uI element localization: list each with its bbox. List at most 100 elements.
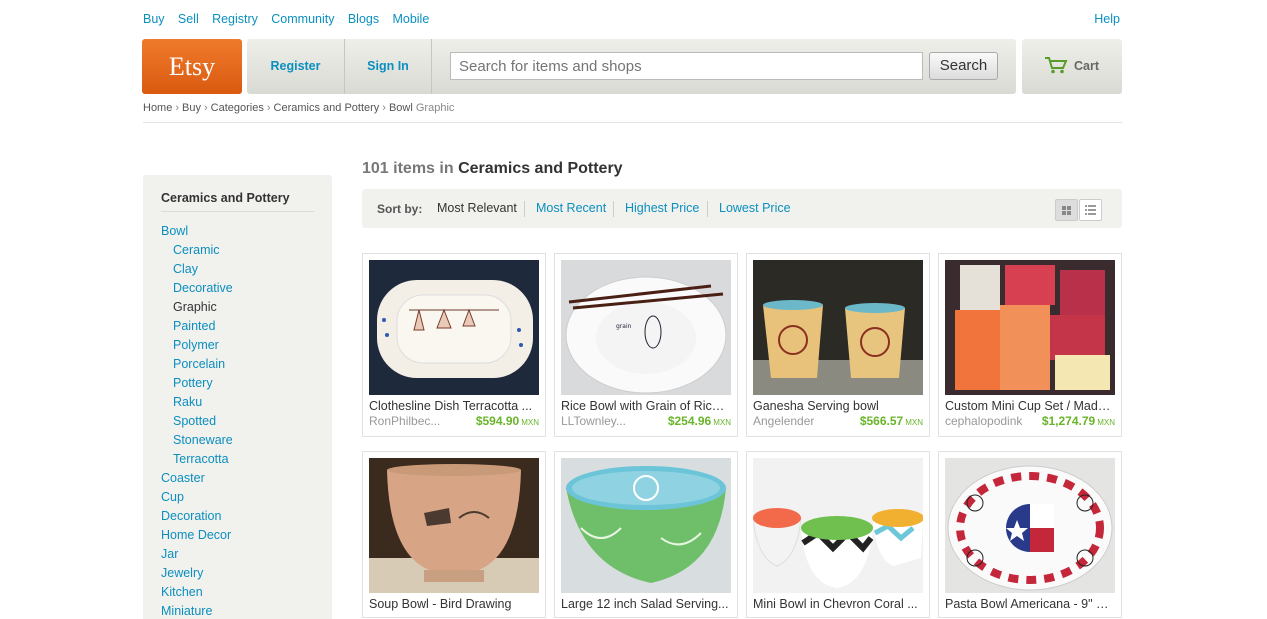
- sort-most-recent[interactable]: Most Recent: [536, 201, 606, 215]
- category-sidebar: Ceramics and Pottery Bowl Ceramic Clay Deco…: [143, 175, 332, 619]
- sidebar-item-stoneware[interactable]: Stoneware: [161, 431, 314, 450]
- breadcrumb: Home › Buy › Categories › Ceramics and Pottery…: [143, 102, 454, 114]
- breadcrumb-separator: ›: [266, 102, 271, 114]
- listing-image[interactable]: grain: [561, 260, 731, 395]
- listing-card[interactable]: Pasta Bowl Americana - 9" H...: [938, 451, 1122, 618]
- sidebar-item-jar[interactable]: Jar: [161, 545, 314, 564]
- breadcrumb-separator: ›: [175, 102, 180, 114]
- listing-title[interactable]: Large 12 inch Salad Serving...: [561, 597, 731, 611]
- listing-title[interactable]: Soup Bowl - Bird Drawing: [369, 597, 539, 611]
- sidebar-item-bowl[interactable]: Bowl: [161, 222, 314, 241]
- sidebar-item-kitchen[interactable]: Kitchen: [161, 583, 314, 602]
- listing-shop[interactable]: cephalopodink: [945, 414, 1022, 428]
- breadcrumb-categories[interactable]: Categories: [211, 102, 264, 114]
- listing-title[interactable]: Ganesha Serving bowl: [753, 399, 923, 413]
- sidebar-item-terracotta[interactable]: Terracotta: [161, 450, 314, 469]
- header: Etsy Register Sign In Search Cart: [142, 39, 1122, 94]
- listing-shop[interactable]: RonPhilbec...: [369, 414, 440, 428]
- breadcrumb-ceramics[interactable]: Ceramics and Pottery: [274, 102, 380, 114]
- listing-title[interactable]: Rice Bowl with Grain of Rice ...: [561, 399, 731, 413]
- breadcrumb-home[interactable]: Home: [143, 102, 172, 114]
- breadcrumb-bowl[interactable]: Bowl: [389, 102, 413, 114]
- breadcrumb-buy[interactable]: Buy: [182, 102, 201, 114]
- sort-highest-price[interactable]: Highest Price: [625, 201, 699, 215]
- listing-card[interactable]: Large 12 inch Salad Serving...: [554, 451, 738, 618]
- sidebar-item-porcelain[interactable]: Porcelain: [161, 355, 314, 374]
- listing-meta: RonPhilbec... $594.90 MXN: [369, 414, 539, 430]
- search-button[interactable]: Search: [929, 52, 998, 80]
- topnav-sell-link[interactable]: Sell: [178, 12, 199, 26]
- breadcrumb-separator: ›: [382, 102, 386, 114]
- sort-bar: Sort by: Most Relevant Most Recent Highe…: [362, 189, 1122, 228]
- listing-title[interactable]: Custom Mini Cup Set / Made...: [945, 399, 1115, 413]
- help-link[interactable]: Help: [1094, 12, 1120, 26]
- listing-image[interactable]: [945, 260, 1115, 395]
- sidebar-item-spotted[interactable]: Spotted: [161, 412, 314, 431]
- header-divider: [143, 122, 1122, 123]
- topnav-registry-link[interactable]: Registry: [212, 12, 258, 26]
- list-view-button[interactable]: [1079, 199, 1102, 221]
- listing-card[interactable]: grain Rice Bowl with Grain of Rice ... L…: [554, 253, 738, 437]
- sidebar-item-home-decor[interactable]: Home Decor: [161, 526, 314, 545]
- sidebar-title: Ceramics and Pottery: [161, 191, 314, 212]
- sidebar-item-pottery[interactable]: Pottery: [161, 374, 314, 393]
- listing-shop[interactable]: LLTownley...: [561, 414, 626, 428]
- sort-lowest-price[interactable]: Lowest Price: [719, 201, 791, 215]
- sidebar-item-painted[interactable]: Painted: [161, 317, 314, 336]
- grid-view-button[interactable]: [1055, 199, 1078, 221]
- listing-image[interactable]: [753, 458, 923, 593]
- listing-title[interactable]: Pasta Bowl Americana - 9" H...: [945, 597, 1115, 611]
- sign-in-button[interactable]: Sign In: [345, 39, 432, 94]
- listing-price: $254.96 MXN: [667, 414, 731, 428]
- topnav-mobile-link[interactable]: Mobile: [392, 12, 429, 26]
- topnav-buy-link[interactable]: Buy: [143, 12, 165, 26]
- sidebar-item-miniature[interactable]: Miniature: [161, 602, 314, 619]
- sidebar-item-decorative[interactable]: Decorative: [161, 279, 314, 298]
- listing-title[interactable]: Mini Bowl in Chevron Coral ...: [753, 597, 923, 611]
- svg-text:grain: grain: [616, 323, 632, 330]
- topnav-community-link[interactable]: Community: [271, 12, 334, 26]
- sort-separator: [524, 201, 525, 217]
- listing-card[interactable]: Ganesha Serving bowl Angelender $566.57 M…: [746, 253, 930, 437]
- listing-price: $566.57 MXN: [859, 414, 923, 428]
- category-list: Bowl Ceramic Clay Decorative Graphic Painted P…: [161, 222, 314, 619]
- listing-card[interactable]: Mini Bowl in Chevron Coral ...: [746, 451, 930, 618]
- listing-image[interactable]: [369, 260, 539, 395]
- listing-shop[interactable]: Angelender: [753, 414, 814, 428]
- sidebar-item-clay[interactable]: Clay: [161, 260, 314, 279]
- listing-image[interactable]: [945, 458, 1115, 593]
- sidebar-item-ceramic[interactable]: Ceramic: [161, 241, 314, 260]
- results-title: 101 items in Ceramics and Pottery: [362, 160, 623, 178]
- topnav-blogs-link[interactable]: Blogs: [348, 12, 379, 26]
- sidebar-item-raku[interactable]: Raku: [161, 393, 314, 412]
- listing-image[interactable]: [369, 458, 539, 593]
- sort-most-relevant[interactable]: Most Relevant: [437, 201, 517, 215]
- listing-meta: cephalopodink $1,274.79 MXN: [945, 414, 1115, 430]
- etsy-logo[interactable]: Etsy: [142, 39, 242, 94]
- results-count: 101 items in: [362, 160, 454, 177]
- listing-meta: LLTownley... $254.96 MXN: [561, 414, 731, 430]
- cart-button[interactable]: Cart: [1022, 39, 1122, 94]
- sidebar-item-decoration[interactable]: Decoration: [161, 507, 314, 526]
- sidebar-item-jewelry[interactable]: Jewelry: [161, 564, 314, 583]
- listing-card[interactable]: Soup Bowl - Bird Drawing: [362, 451, 546, 618]
- sidebar-item-polymer[interactable]: Polymer: [161, 336, 314, 355]
- cart-label: Cart: [1074, 59, 1100, 73]
- listing-card[interactable]: Clothesline Dish Terracotta ... RonPhilb…: [362, 253, 546, 437]
- listing-image[interactable]: [561, 458, 731, 593]
- cart-icon: [1045, 57, 1068, 74]
- grid-view-icon: [1062, 206, 1071, 215]
- register-button[interactable]: Register: [247, 39, 345, 94]
- sidebar-item-cup[interactable]: Cup: [161, 488, 314, 507]
- sidebar-item-coaster[interactable]: Coaster: [161, 469, 314, 488]
- listing-title[interactable]: Clothesline Dish Terracotta ...: [369, 399, 539, 413]
- listing-meta: Angelender $566.57 MXN: [753, 414, 923, 430]
- search-input[interactable]: [450, 52, 923, 80]
- listing-price: $1,274.79 MXN: [1041, 414, 1115, 428]
- breadcrumb-current: Graphic: [415, 102, 455, 114]
- sort-label: Sort by:: [377, 202, 423, 216]
- top-nav: Buy Sell Registry Community Blogs Mobile…: [143, 12, 1122, 28]
- listing-image[interactable]: [753, 260, 923, 395]
- listing-card[interactable]: Custom Mini Cup Set / Made... cephalopod…: [938, 253, 1122, 437]
- listing-price: $594.90 MXN: [475, 414, 539, 428]
